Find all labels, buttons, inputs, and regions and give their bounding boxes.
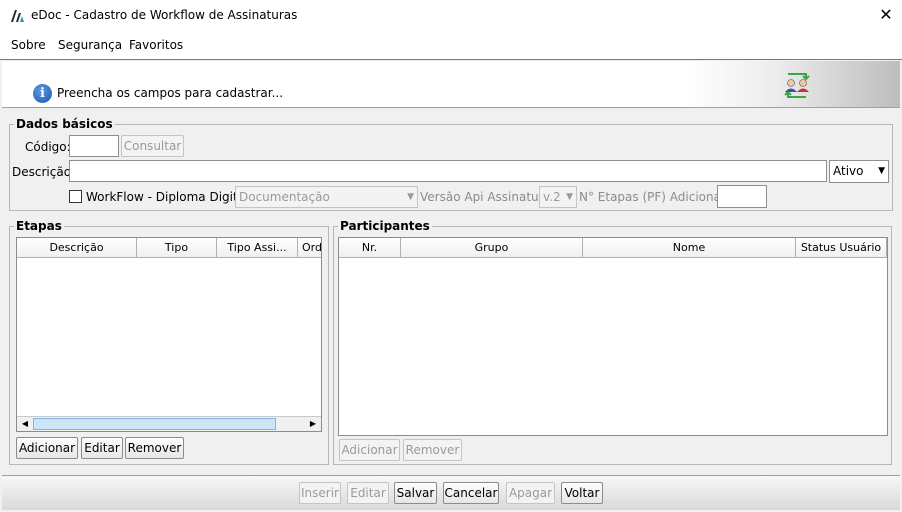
participantes-col-nr[interactable]: Nr. (339, 238, 401, 258)
participantes-remover-button[interactable]: Remover (403, 439, 462, 461)
info-message: Preencha os campos para cadastrar... (57, 86, 284, 100)
scroll-right-icon[interactable]: ▶ (305, 417, 321, 431)
salvar-button[interactable]: Salvar (394, 482, 437, 504)
voltar-label: Voltar (564, 486, 600, 500)
users-exchange-icon (784, 73, 810, 98)
dados-basicos-legend: Dados básicos (14, 117, 115, 131)
participantes-col-grupo[interactable]: Grupo (401, 238, 583, 258)
versao-api-value: v.2 (543, 190, 561, 204)
versao-api-label: Versão Api Assinatura: (420, 190, 555, 204)
participantes-table[interactable]: Nr. Grupo Nome Status Usuário (338, 237, 888, 436)
participantes-col-nome[interactable]: Nome (583, 238, 796, 258)
etapas-table[interactable]: Descrição Tipo Tipo Assi... Ord ◀ ▶ (16, 237, 322, 432)
etapas-col-tipo[interactable]: Tipo (137, 238, 217, 258)
tipo-value: Documentação (239, 190, 330, 204)
etapas-editar-button[interactable]: Editar (81, 437, 123, 459)
app-logo-icon (11, 10, 24, 22)
etapas-col-tipo-assinatura[interactable]: Tipo Assi... (217, 238, 298, 258)
versao-api-select[interactable]: v.2 ▼ (539, 186, 577, 208)
cancelar-label: Cancelar (444, 486, 498, 500)
menu-sobre[interactable]: Sobre (11, 38, 46, 52)
info-banner (2, 61, 900, 108)
participantes-col-status-usuario[interactable]: Status Usuário (796, 238, 887, 258)
editar-label: Editar (350, 486, 386, 500)
etapas-adicionar-button[interactable]: Adicionar (16, 437, 78, 459)
etapas-col-descricao[interactable]: Descrição (17, 238, 137, 258)
descricao-input[interactable] (69, 160, 827, 182)
scroll-left-icon[interactable]: ◀ (17, 417, 33, 431)
scrollbar-thumb[interactable] (33, 418, 276, 430)
etapas-pf-input[interactable] (717, 185, 767, 208)
chevron-down-icon: ▼ (566, 192, 573, 202)
chevron-down-icon: ▼ (878, 166, 885, 176)
apagar-label: Apagar (508, 486, 553, 500)
etapas-legend: Etapas (14, 219, 64, 233)
status-value: Ativo (833, 164, 864, 178)
info-icon: i (33, 84, 52, 103)
salvar-label: Salvar (396, 486, 435, 500)
voltar-button[interactable]: Voltar (561, 482, 603, 504)
etapas-remover-label: Remover (127, 441, 182, 455)
descricao-label: Descrição: (12, 165, 76, 179)
etapas-adicionar-label: Adicionar (18, 441, 76, 455)
consultar-button[interactable]: Consultar (121, 135, 184, 157)
editar-button[interactable]: Editar (347, 482, 389, 504)
etapas-editar-label: Editar (84, 441, 120, 455)
etapas-pf-label: N° Etapas (PF) Adicionais: (579, 190, 735, 204)
apagar-button[interactable]: Apagar (506, 482, 555, 504)
menu-favoritos[interactable]: Favoritos (129, 38, 183, 52)
participantes-adicionar-button[interactable]: Adicionar (339, 439, 400, 461)
consultar-label: Consultar (123, 139, 182, 153)
etapas-col-ordem[interactable]: Ord (298, 238, 321, 258)
horizontal-scrollbar[interactable]: ◀ ▶ (17, 416, 321, 431)
workflow-checkbox[interactable] (69, 190, 82, 203)
status-select[interactable]: Ativo ▼ (829, 160, 889, 183)
cancelar-button[interactable]: Cancelar (443, 482, 499, 504)
workflow-checkbox-label: WorkFlow - Diploma Digital (86, 190, 249, 204)
tipo-select[interactable]: Documentação ▼ (235, 186, 418, 208)
participantes-remover-label: Remover (405, 443, 460, 457)
close-icon[interactable]: ✕ (876, 5, 896, 25)
window-title: eDoc - Cadastro de Workflow de Assinatur… (31, 8, 298, 22)
participantes-adicionar-label: Adicionar (341, 443, 398, 457)
codigo-input[interactable] (69, 135, 119, 157)
etapas-remover-button[interactable]: Remover (125, 437, 184, 459)
codigo-label: Código: (25, 140, 71, 154)
inserir-label: Inserir (301, 486, 339, 500)
inserir-button[interactable]: Inserir (299, 482, 341, 504)
participantes-legend: Participantes (338, 219, 432, 233)
chevron-down-icon: ▼ (407, 192, 414, 202)
menu-seguranca[interactable]: Segurança (58, 38, 122, 52)
